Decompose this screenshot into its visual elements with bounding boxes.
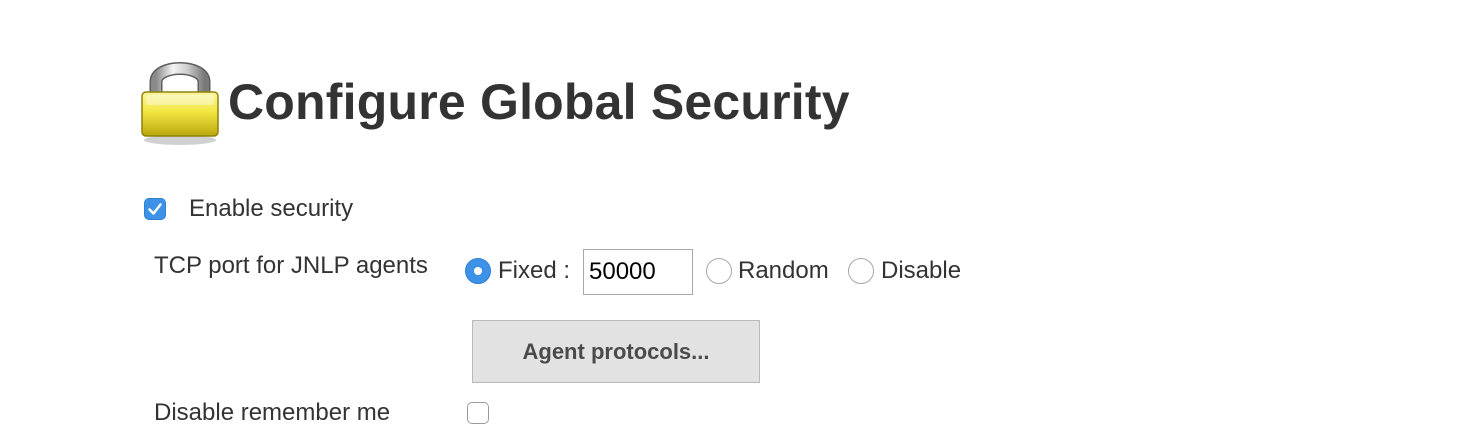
lock-icon (141, 62, 219, 145)
disable-remember-me-checkbox[interactable] (467, 402, 489, 424)
tcp-port-label: TCP port for JNLP agents (154, 252, 428, 279)
disable-port-radio[interactable] (848, 258, 874, 284)
checkmark-icon (148, 203, 162, 215)
fixed-port-radio[interactable] (465, 258, 491, 284)
random-port-label: Random (738, 257, 829, 284)
enable-security-label: Enable security (189, 195, 354, 222)
disable-port-label: Disable (881, 257, 962, 284)
enable-security-checkbox[interactable] (144, 198, 166, 220)
agent-protocols-button[interactable]: Agent protocols... (472, 320, 760, 383)
page-title: Configure Global Security (228, 74, 850, 130)
page-header: Configure Global Security (138, 52, 850, 148)
disable-remember-me-label: Disable remember me (154, 399, 391, 426)
port-number-input[interactable] (583, 249, 693, 295)
fixed-port-label: Fixed : (498, 257, 571, 284)
random-port-radio[interactable] (706, 258, 732, 284)
